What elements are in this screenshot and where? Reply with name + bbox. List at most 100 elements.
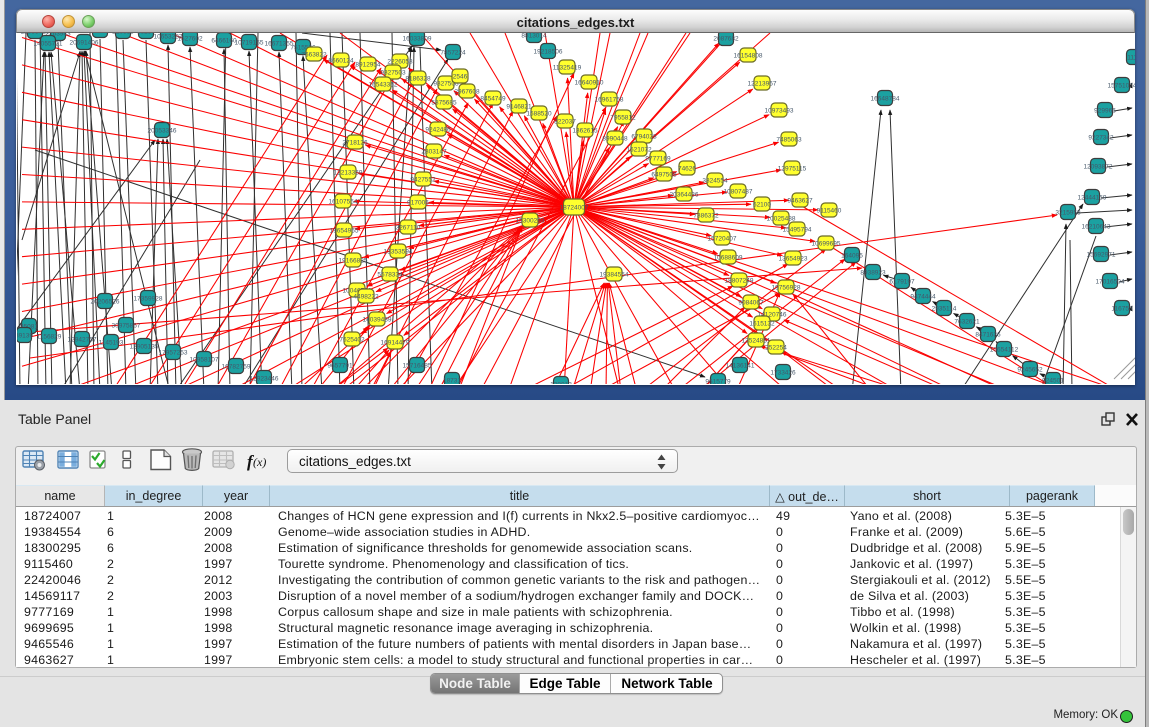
svg-text:7663822: 7663822 <box>301 52 327 59</box>
svg-text:14039489: 14039489 <box>363 317 392 324</box>
svg-text:4498222: 4498222 <box>353 294 379 301</box>
svg-text:5578334: 5578334 <box>377 272 403 279</box>
svg-text:6466160: 6466160 <box>211 38 237 45</box>
svg-text:19218506: 19218506 <box>534 49 563 56</box>
svg-text:9427552: 9427552 <box>410 177 436 184</box>
svg-text:15300293: 15300293 <box>516 218 545 225</box>
svg-text:2935114: 2935114 <box>932 306 957 313</box>
svg-text:16154808: 16154808 <box>734 53 763 60</box>
svg-text:1588520: 1588520 <box>526 111 552 118</box>
svg-text:20691406: 20691406 <box>70 40 99 47</box>
svg-text:1733426: 1733426 <box>770 370 796 377</box>
svg-text:20053346: 20053346 <box>148 128 177 135</box>
svg-text:917006: 917006 <box>407 200 429 207</box>
svg-text:20206526: 20206526 <box>91 299 120 306</box>
svg-text:13353594: 13353594 <box>384 249 413 256</box>
svg-text:252254: 252254 <box>765 345 787 352</box>
svg-text:18731: 18731 <box>443 378 461 385</box>
svg-text:12942757: 12942757 <box>68 337 97 344</box>
svg-text:62100: 62100 <box>753 202 771 209</box>
svg-text:1112: 1112 <box>1127 55 1135 62</box>
svg-text:9115460: 9115460 <box>817 208 842 215</box>
svg-text:1621072: 1621072 <box>626 147 652 154</box>
svg-text:8912954: 8912954 <box>355 62 381 69</box>
svg-text:12093872: 12093872 <box>1084 164 1113 171</box>
svg-text:18724007: 18724007 <box>560 205 589 212</box>
svg-text:8454749: 8454749 <box>480 96 506 103</box>
svg-text:15720407: 15720407 <box>708 236 737 243</box>
svg-text:1615132: 1615132 <box>749 321 775 328</box>
svg-text:7632621: 7632621 <box>954 319 980 326</box>
svg-text:12923446: 12923446 <box>250 376 279 383</box>
svg-text:16033809: 16033809 <box>403 36 432 43</box>
svg-text:10025488: 10025488 <box>767 216 796 223</box>
svg-text:822037: 822037 <box>554 119 576 126</box>
svg-text:3267110: 3267110 <box>396 225 421 232</box>
svg-text:929966: 929966 <box>1094 108 1116 115</box>
svg-text:120013: 120013 <box>550 382 572 385</box>
svg-text:12213369: 12213369 <box>334 170 363 177</box>
svg-text:10699695: 10699695 <box>812 241 841 248</box>
svg-text:20364436: 20364436 <box>670 192 699 199</box>
svg-text:16648784: 16648784 <box>871 96 900 103</box>
svg-text:17957253: 17957253 <box>159 350 188 357</box>
svg-text:9084067: 9084067 <box>738 300 764 307</box>
svg-text:10719155: 10719155 <box>235 40 264 47</box>
svg-text:2967608: 2967608 <box>454 89 480 96</box>
svg-text:13524851: 13524851 <box>742 338 771 345</box>
svg-text:3824554: 3824554 <box>702 178 728 185</box>
svg-text:74626: 74626 <box>678 166 696 173</box>
svg-text:19166825: 19166825 <box>339 258 368 265</box>
svg-text:3215958: 3215958 <box>1055 210 1081 217</box>
svg-text:2803147: 2803147 <box>421 149 447 156</box>
svg-text:19377: 19377 <box>91 33 109 35</box>
svg-text:1156829: 1156829 <box>37 334 62 341</box>
svg-text:9657791: 9657791 <box>327 363 353 370</box>
svg-text:9242486: 9242486 <box>425 127 451 134</box>
svg-text:210653: 210653 <box>112 33 134 36</box>
svg-text:39139: 39139 <box>17 333 33 340</box>
svg-text:17359928: 17359928 <box>134 296 163 303</box>
svg-text:(x): (x) <box>253 455 266 469</box>
svg-text:10688609: 10688609 <box>714 255 743 262</box>
svg-text:16914479: 16914479 <box>381 340 410 347</box>
svg-text:15751074: 15751074 <box>1108 83 1135 90</box>
svg-text:116753: 116753 <box>1111 306 1133 313</box>
svg-text:1527602: 1527602 <box>177 36 203 43</box>
svg-text:16640910: 16640910 <box>575 80 604 87</box>
svg-text:14055721: 14055721 <box>34 41 63 48</box>
svg-text:1362615: 1362615 <box>572 128 598 135</box>
svg-text:8471636: 8471636 <box>975 332 1001 339</box>
svg-text:9615779: 9615779 <box>705 379 731 385</box>
svg-text:8660124: 8660124 <box>328 58 354 65</box>
svg-text:7485063: 7485063 <box>776 137 802 144</box>
svg-text:12213967: 12213967 <box>748 81 777 88</box>
svg-text:10807487: 10807487 <box>724 189 753 196</box>
svg-text:9146821: 9146821 <box>506 104 532 111</box>
svg-text:9245652: 9245652 <box>1017 367 1043 374</box>
svg-text:9777169: 9777169 <box>645 156 671 163</box>
svg-text:7857224: 7857224 <box>440 50 466 57</box>
svg-text:8938923: 8938923 <box>860 270 886 277</box>
svg-text:8813014: 8813014 <box>521 33 547 40</box>
svg-text:15692971: 15692971 <box>1087 252 1116 259</box>
svg-text:8990448: 8990448 <box>602 136 628 143</box>
svg-text:16210643: 16210643 <box>1082 224 1111 231</box>
svg-text:11325419: 11325419 <box>553 65 582 72</box>
svg-text:6179197: 6179197 <box>889 279 915 286</box>
svg-text:13654923: 13654923 <box>779 256 808 263</box>
svg-text:924501: 924501 <box>1042 378 1064 385</box>
svg-text:6497508: 6497508 <box>651 172 677 179</box>
svg-text:16961758: 16961758 <box>595 97 624 104</box>
svg-text:7625402: 7625402 <box>339 337 365 344</box>
svg-text:14136141: 14136141 <box>726 363 755 370</box>
svg-text:10958107: 10958107 <box>190 357 219 364</box>
svg-text:10973493: 10973493 <box>765 108 794 115</box>
svg-text:9327503: 9327503 <box>380 70 406 77</box>
svg-text:12975115: 12975115 <box>778 166 807 173</box>
svg-text:18807249: 18807249 <box>725 278 754 285</box>
svg-text:9463627: 9463627 <box>787 198 813 205</box>
svg-text:16543362: 16543362 <box>369 82 398 89</box>
svg-text:17016504: 17016504 <box>1096 279 1125 286</box>
svg-text:2546: 2546 <box>453 74 468 81</box>
